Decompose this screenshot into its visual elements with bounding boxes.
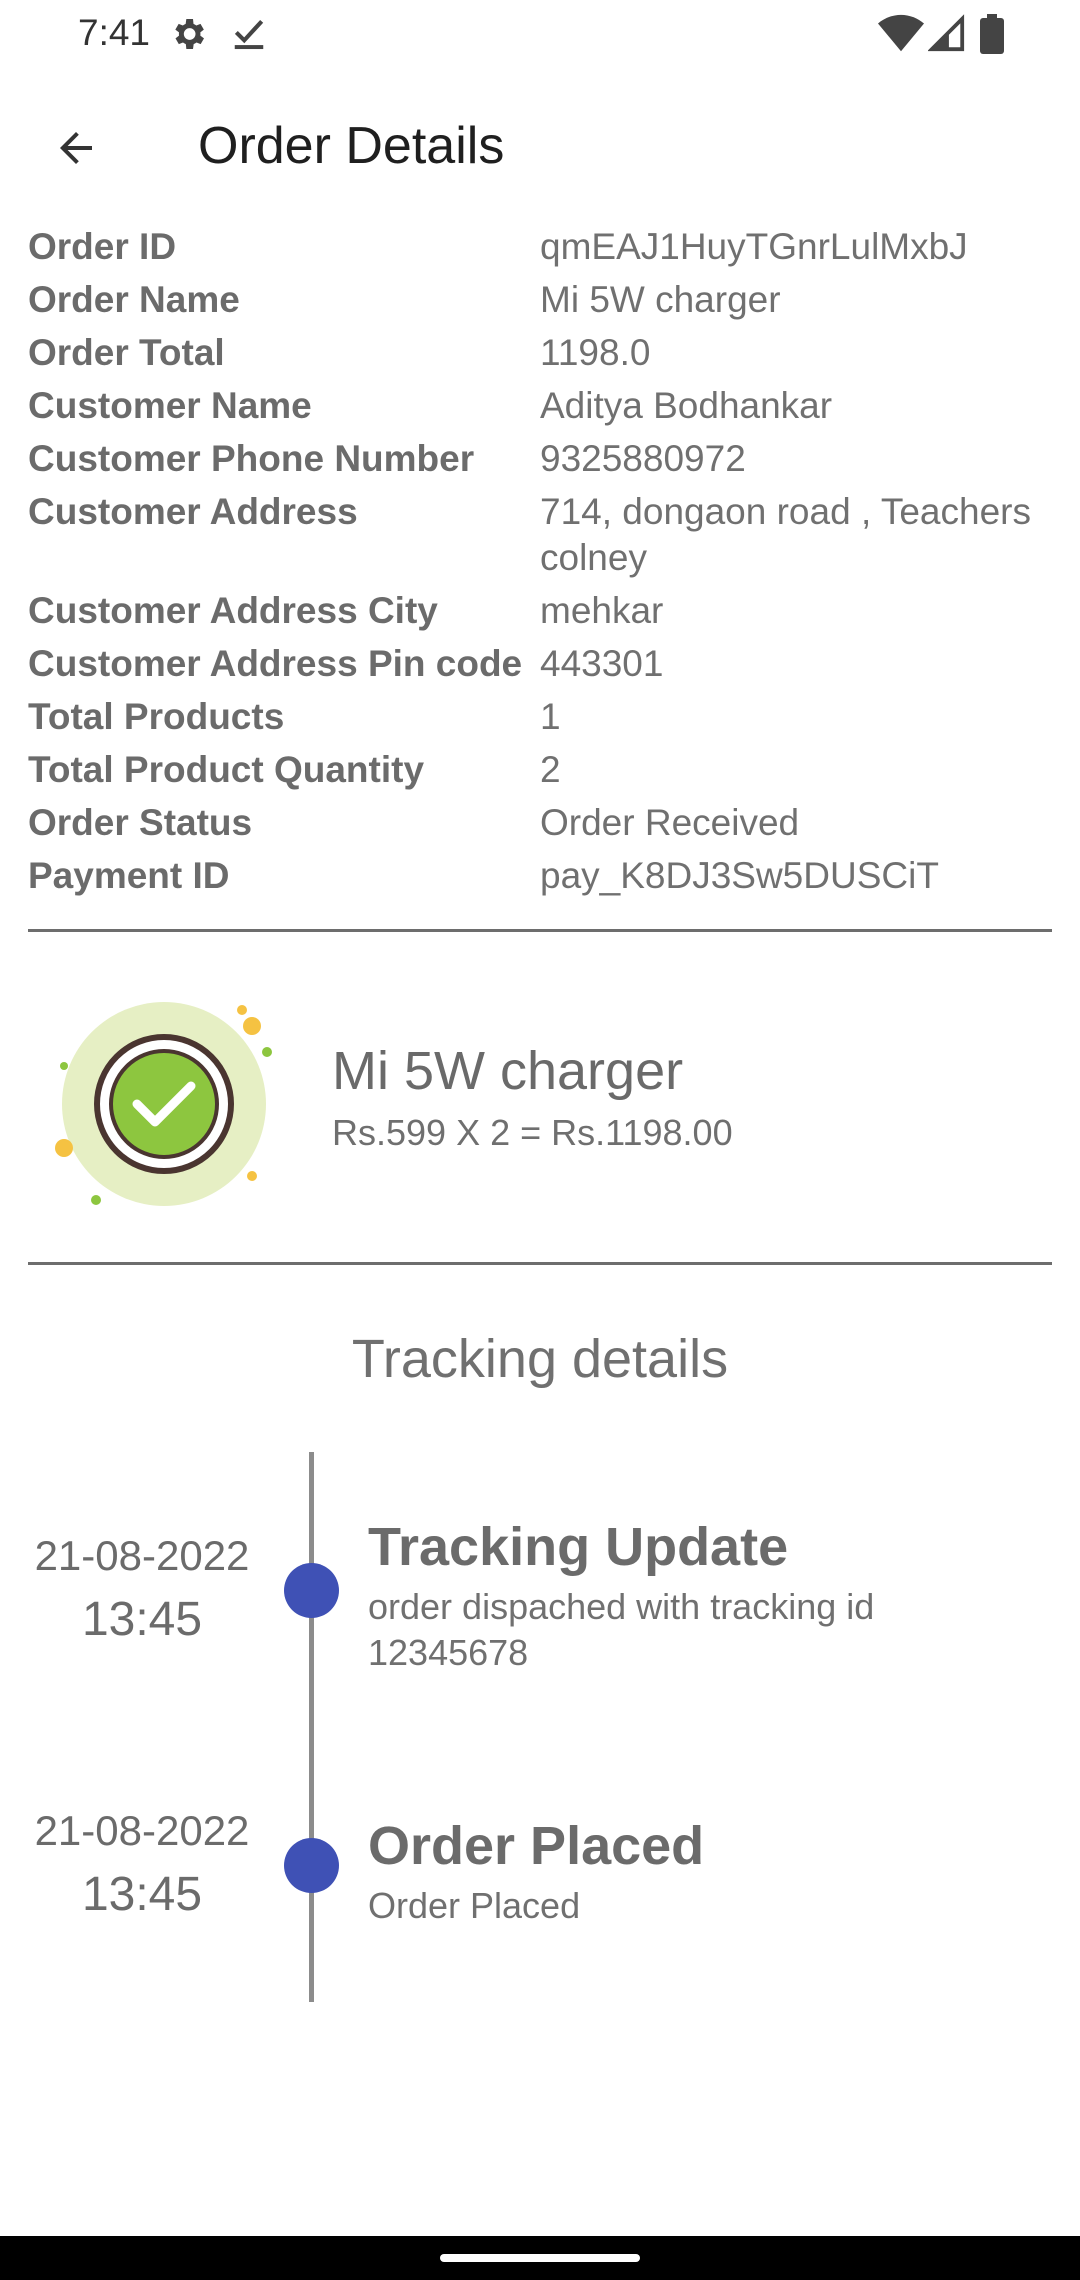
back-button[interactable] bbox=[38, 110, 114, 186]
status-time: 7:41 bbox=[78, 12, 151, 53]
detail-value: 443301 bbox=[540, 643, 664, 684]
timeline-event: 21-08-2022 13:45 Order Placed Order Plac… bbox=[0, 1775, 1080, 1975]
detail-row-total-products: Total Products 1 bbox=[28, 694, 1054, 740]
event-time: 13:45 bbox=[81, 1868, 203, 1921]
detail-row-order-name: Order Name Mi 5W charger bbox=[28, 277, 1054, 323]
detail-label: Order Status bbox=[28, 802, 253, 843]
navigation-bar bbox=[0, 2236, 1080, 2280]
detail-value: Aditya Bodhankar bbox=[540, 385, 833, 426]
battery-icon bbox=[980, 14, 1004, 54]
detail-row-customer-city: Customer Address City mehkar bbox=[28, 588, 1054, 634]
status-bar: 7:41 bbox=[0, 0, 1080, 70]
event-description: order dispached with tracking id 1234567… bbox=[368, 1586, 875, 1673]
detail-value: 714, dongaon road , Teachers colney bbox=[540, 491, 1031, 578]
event-dot bbox=[284, 1563, 339, 1618]
detail-label: Payment ID bbox=[28, 855, 230, 896]
detail-label: Order Name bbox=[28, 279, 240, 320]
order-details-list: Order ID qmEAJ1HuyTGnrLulMxbJ Order Name… bbox=[28, 224, 1054, 906]
product-name: Mi 5W charger bbox=[332, 1041, 684, 1101]
tracking-title: Tracking details bbox=[351, 1329, 729, 1389]
divider bbox=[28, 929, 1052, 932]
event-date: 21-08-2022 bbox=[34, 1807, 250, 1854]
product-item[interactable]: Mi 5W charger Rs.599 X 2 = Rs.1198.00 bbox=[0, 960, 1080, 1240]
check-icon bbox=[234, 19, 264, 50]
detail-label: Customer Address City bbox=[28, 590, 438, 631]
detail-value: 1198.0 bbox=[540, 332, 651, 373]
app-bar: Order Details bbox=[0, 90, 1080, 200]
detail-value: 1 bbox=[540, 696, 561, 737]
detail-row-order-total: Order Total 1198.0 bbox=[28, 330, 1054, 376]
detail-label: Total Product Quantity bbox=[28, 749, 425, 790]
gear-icon bbox=[175, 19, 204, 49]
detail-row-total-quantity: Total Product Quantity 2 bbox=[28, 747, 1054, 793]
arrow-back-icon bbox=[60, 132, 92, 164]
detail-value: mehkar bbox=[540, 590, 664, 631]
detail-value: 9325880972 bbox=[540, 438, 746, 479]
event-time: 13:45 bbox=[81, 1593, 203, 1646]
detail-label: Customer Address Pin code bbox=[28, 643, 523, 684]
product-price: Rs.599 X 2 = Rs.1198.00 bbox=[332, 1112, 733, 1153]
detail-row-customer-phone: Customer Phone Number 9325880972 bbox=[28, 436, 1054, 482]
wifi-icon bbox=[878, 14, 924, 52]
order-details-screen: 7:41 Order Details Order ID qmEAJ1HuyTGn… bbox=[0, 0, 1080, 2280]
timeline-event: 21-08-2022 13:45 Tracking Update order d… bbox=[0, 1500, 1080, 1700]
detail-label: Customer Address bbox=[28, 491, 358, 532]
detail-label: Order Total bbox=[28, 332, 225, 373]
detail-row-order-id: Order ID qmEAJ1HuyTGnrLulMxbJ bbox=[28, 224, 1054, 270]
detail-row-order-status: Order Status Order Received bbox=[28, 800, 1054, 846]
event-date: 21-08-2022 bbox=[34, 1532, 250, 1579]
event-dot bbox=[284, 1838, 339, 1893]
detail-label: Customer Phone Number bbox=[28, 438, 475, 479]
detail-value: qmEAJ1HuyTGnrLulMxbJ bbox=[540, 226, 968, 267]
detail-row-customer-address: Customer Address 714, dongaon road , Tea… bbox=[28, 489, 1054, 581]
detail-value: Mi 5W charger bbox=[540, 279, 781, 320]
detail-label: Total Products bbox=[28, 696, 285, 737]
signal-icon bbox=[928, 14, 965, 52]
detail-value: pay_K8DJ3Sw5DUSCiT bbox=[540, 855, 939, 896]
detail-label: Customer Name bbox=[28, 385, 312, 426]
divider bbox=[28, 1262, 1052, 1265]
check-badge-icon bbox=[55, 1002, 272, 1206]
detail-label: Order ID bbox=[28, 226, 177, 267]
home-handle[interactable] bbox=[440, 2254, 640, 2262]
page-title: Order Details bbox=[198, 117, 505, 175]
event-title: Tracking Update bbox=[368, 1517, 789, 1577]
event-description: Order Placed bbox=[368, 1885, 581, 1926]
detail-value: 2 bbox=[540, 749, 561, 790]
detail-value: Order Received bbox=[540, 802, 800, 843]
detail-row-customer-name: Customer Name Aditya Bodhankar bbox=[28, 383, 1054, 429]
event-title: Order Placed bbox=[368, 1816, 705, 1876]
detail-row-customer-pincode: Customer Address Pin code 443301 bbox=[28, 641, 1054, 687]
detail-row-payment-id: Payment ID pay_K8DJ3Sw5DUSCiT bbox=[28, 853, 1054, 899]
